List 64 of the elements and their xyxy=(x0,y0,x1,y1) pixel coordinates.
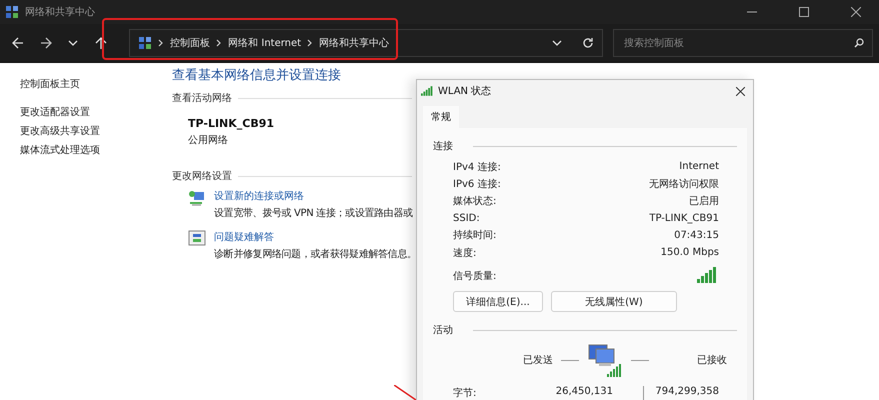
address-bar[interactable]: 控制面板 网络和 Internet 网络和共享中心 xyxy=(129,29,604,57)
field-label: 速度: xyxy=(453,246,476,260)
field-label: 信号质量: xyxy=(453,270,496,284)
field-value: TP-LINK_CB91 xyxy=(649,212,719,224)
group-heading: 活动 xyxy=(433,324,453,338)
breadcrumb[interactable]: 控制面板 xyxy=(170,36,210,50)
field-value: Internet xyxy=(679,161,719,172)
task-description: 诊断并修复网络问题，或者获得疑难解答信息。 xyxy=(214,248,417,261)
wifi-signal-icon xyxy=(421,86,433,96)
sidebar-link[interactable]: 更改适配器设置 xyxy=(20,103,172,122)
window-title: 网络和共享中心 xyxy=(25,6,96,19)
tab[interactable]: 常规 xyxy=(423,106,459,128)
task-link[interactable]: 设置新的连接或网络 xyxy=(214,189,413,203)
troubleshoot-icon xyxy=(188,230,206,246)
network-setup-icon xyxy=(188,189,206,207)
search-icon xyxy=(854,38,864,48)
refresh-icon[interactable] xyxy=(582,37,594,49)
close-icon[interactable] xyxy=(736,86,744,96)
field-value: 150.0 Mbps xyxy=(660,247,719,258)
breadcrumb[interactable]: 网络和共享中心 xyxy=(319,36,390,50)
chevron-right-icon xyxy=(158,39,164,47)
control-panel-icon xyxy=(138,36,152,50)
signal-strength-icon xyxy=(697,267,717,284)
sidebar-link[interactable]: 更改高级共享设置 xyxy=(20,122,172,141)
network-type: 公用网络 xyxy=(188,134,229,147)
field-value: 07:43:15 xyxy=(674,230,719,241)
up-arrow-icon[interactable] xyxy=(95,37,108,49)
task-description: 设置宽带、拨号或 VPN 连接；或设置路由器或 xyxy=(214,206,413,220)
group-heading: 连接 xyxy=(433,140,453,153)
field-label: 持续时间: xyxy=(453,228,496,242)
dialog-button[interactable]: 无线属性(W) xyxy=(551,291,677,312)
sent-label: 已发送 xyxy=(523,354,553,368)
control-panel-icon xyxy=(5,5,19,19)
dialog-button[interactable]: 详细信息(E)... xyxy=(453,291,543,312)
field-label: 媒体状态: xyxy=(453,194,496,208)
chevron-right-icon xyxy=(307,39,314,47)
maximize-icon[interactable] xyxy=(799,7,809,17)
bytes-sent: 26,450,131 xyxy=(554,386,613,400)
dropdown-icon[interactable] xyxy=(552,40,562,46)
search-box[interactable]: 搜索控制面板 xyxy=(613,29,874,57)
section-heading: 更改网络设置 xyxy=(172,170,232,183)
field-label: IPv6 连接: xyxy=(453,178,501,191)
field-label: 字节: xyxy=(453,386,478,400)
dialog-title: WLAN 状态 xyxy=(438,84,492,98)
field-value: 已启用 xyxy=(689,194,719,208)
chevron-down-icon[interactable] xyxy=(68,40,78,46)
back-arrow-icon[interactable] xyxy=(12,37,24,49)
search-field[interactable]: 搜索控制面板 xyxy=(622,36,854,50)
page-title: 查看基本网络信息并设置连接 xyxy=(172,67,342,85)
close-icon[interactable] xyxy=(851,7,861,17)
breadcrumb[interactable]: 网络和 Internet xyxy=(228,36,302,50)
bytes-received: 794,299,358 xyxy=(654,386,719,400)
computers-icon xyxy=(587,343,623,378)
sidebar-link[interactable]: 媒体流式处理选项 xyxy=(20,141,172,160)
section-heading: 查看活动网络 xyxy=(172,92,232,105)
network-name: TP-LINK_CB91 xyxy=(188,117,276,130)
forward-arrow-icon[interactable] xyxy=(40,37,52,49)
field-label: IPv4 连接: xyxy=(453,160,501,174)
task-link[interactable]: 问题疑难解答 xyxy=(214,230,417,244)
sidebar-link[interactable]: 控制面板主页 xyxy=(20,75,172,94)
received-label: 已接收 xyxy=(697,354,727,368)
chevron-right-icon xyxy=(216,39,222,47)
field-value: 无网络访问权限 xyxy=(649,178,719,191)
field-label: SSID: xyxy=(453,212,480,224)
